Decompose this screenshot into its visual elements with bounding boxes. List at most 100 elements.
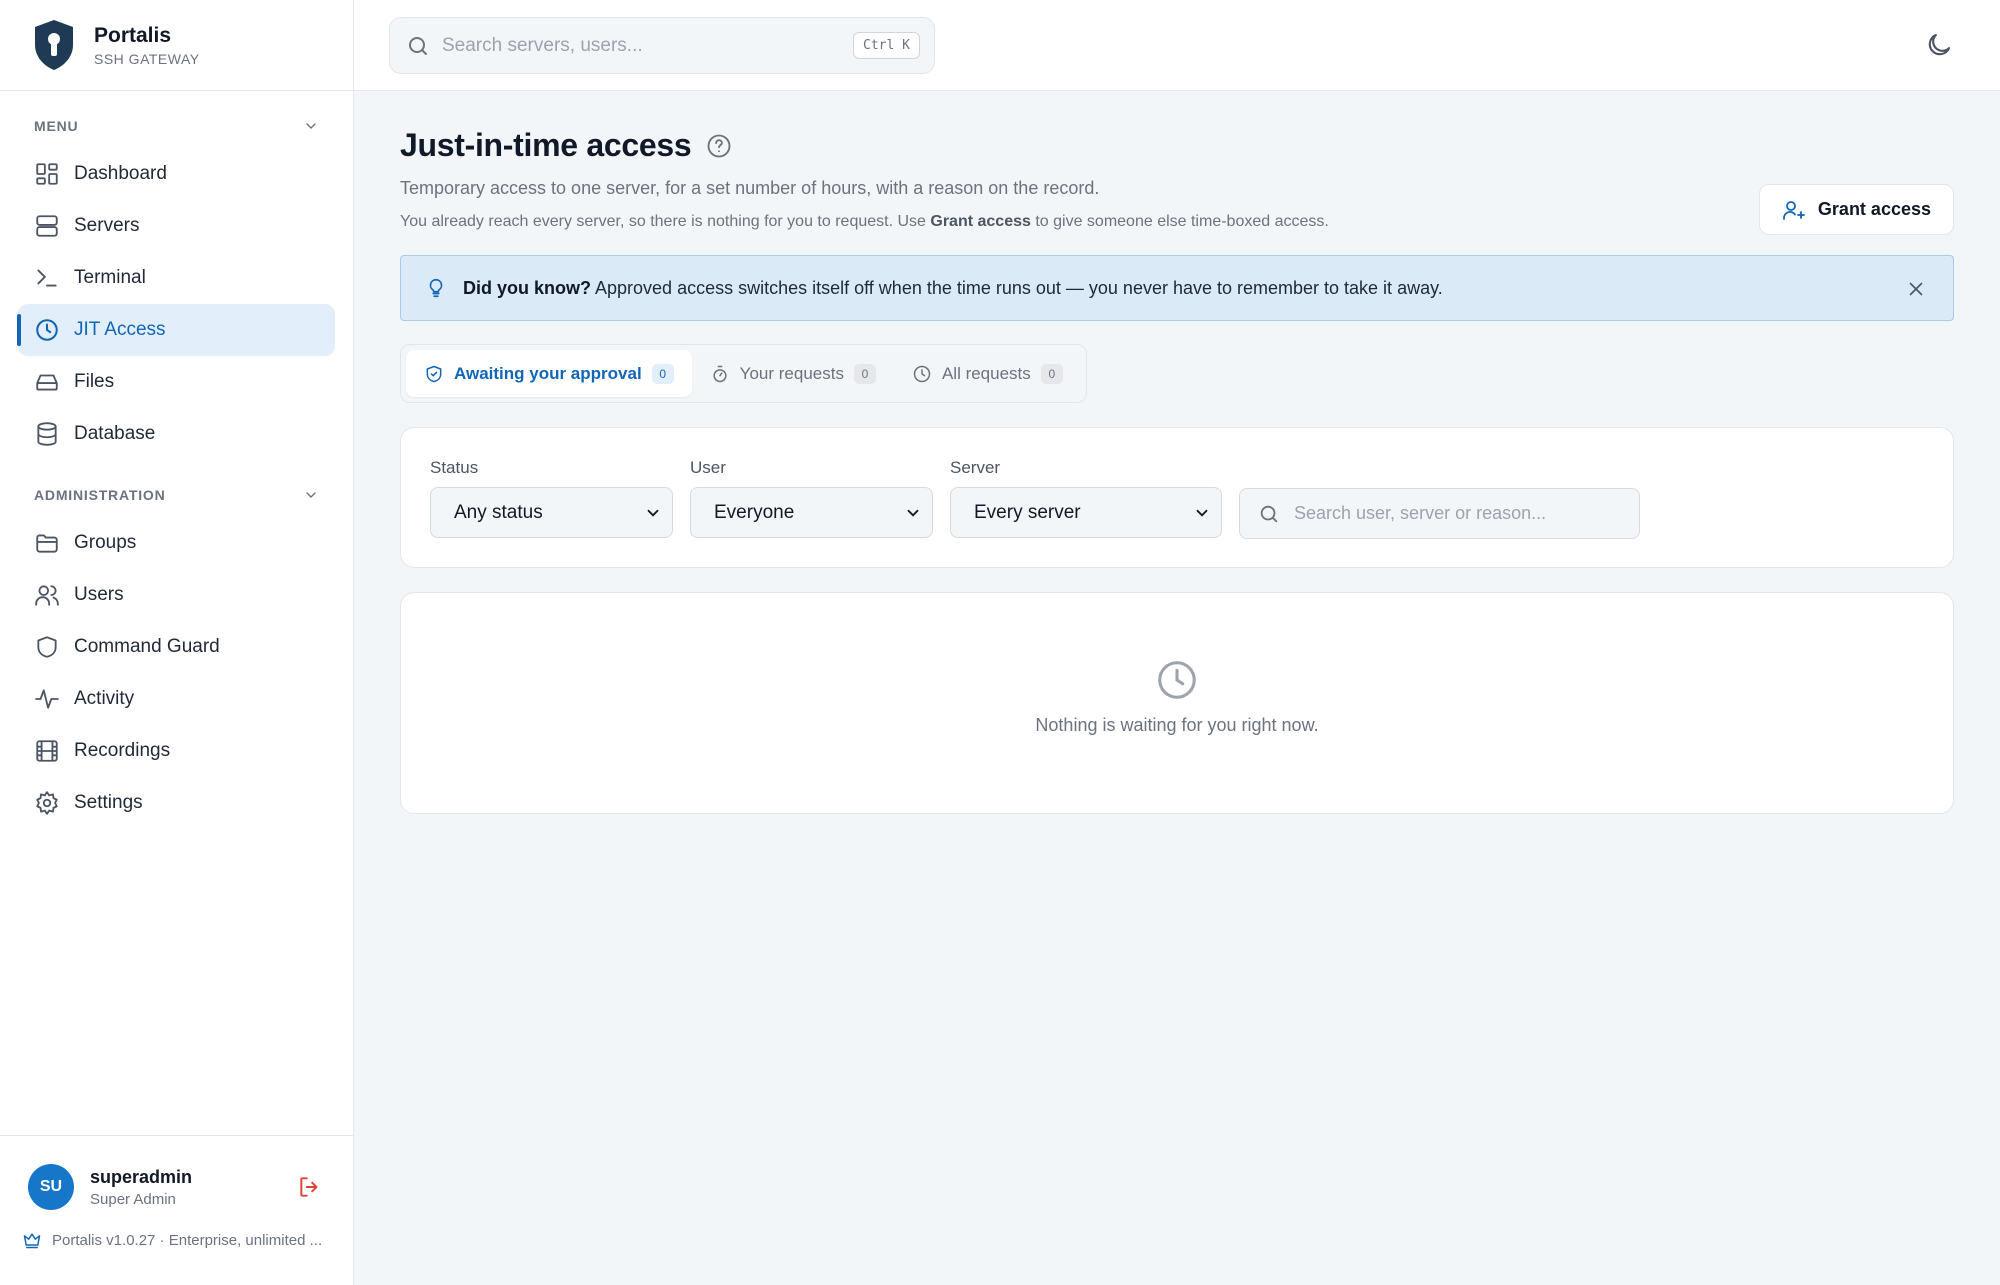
film-icon bbox=[36, 740, 58, 762]
clock-icon bbox=[913, 365, 931, 382]
global-search-input[interactable] bbox=[442, 34, 832, 57]
status-filter-label: Status bbox=[430, 458, 479, 477]
portalis-logo-icon[interactable] bbox=[32, 18, 76, 72]
server-filter-label: Server bbox=[950, 458, 1001, 477]
terminal-icon bbox=[37, 269, 57, 287]
tab-your-requests[interactable]: Your requests 0 bbox=[692, 350, 894, 397]
server-icon bbox=[36, 215, 58, 237]
search-icon bbox=[409, 36, 427, 55]
database-icon bbox=[37, 422, 57, 446]
user-role: Super Admin bbox=[90, 1190, 176, 1208]
tab-label: Awaiting your approval bbox=[454, 363, 642, 383]
sidebar-item-recordings[interactable]: Recordings bbox=[18, 725, 335, 777]
sidebar-item-label: Servers bbox=[74, 215, 140, 236]
sidebar-item-activity[interactable]: Activity bbox=[18, 673, 335, 725]
tab-count-badge: 0 bbox=[853, 363, 876, 384]
dashboard-icon bbox=[36, 163, 58, 185]
sidebar-item-label: Recordings bbox=[74, 740, 171, 761]
filter-panel: Status Any status User Everyone Server E… bbox=[400, 427, 1954, 568]
request-search-input[interactable] bbox=[1294, 503, 1634, 524]
request-search[interactable] bbox=[1239, 488, 1640, 539]
theme-toggle-button[interactable] bbox=[1924, 30, 1954, 60]
chevron-down-icon bbox=[907, 509, 919, 517]
chevron-down-icon bbox=[306, 123, 316, 129]
user-panel: SU superadmin Super Admin Portalis v1.0.… bbox=[0, 1135, 353, 1285]
brand-name: Portalis bbox=[94, 23, 172, 47]
version-info: Portalis v1.0.27 · Enterprise, unlimited… bbox=[0, 1210, 353, 1250]
user-plus-icon bbox=[1783, 200, 1805, 220]
main-nav: Dashboard Servers Terminal JIT Access Fi… bbox=[0, 148, 353, 460]
search-icon bbox=[1260, 505, 1278, 522]
administration-section-toggle[interactable]: ADMINISTRATION bbox=[0, 480, 353, 510]
moon-icon bbox=[1928, 33, 1951, 56]
help-icon[interactable] bbox=[705, 132, 733, 160]
search-shortcut-hint: Ctrl K bbox=[853, 32, 920, 59]
server-filter-value: Every server bbox=[974, 501, 1081, 523]
server-filter-select[interactable]: Every server bbox=[950, 487, 1222, 538]
user-filter-value: Everyone bbox=[714, 501, 795, 523]
sidebar-item-command-guard[interactable]: Command Guard bbox=[18, 621, 335, 673]
sidebar-item-label: Activity bbox=[74, 688, 135, 709]
note-emphasis: Grant access bbox=[930, 213, 1031, 230]
menu-heading: MENU bbox=[34, 118, 79, 134]
tab-awaiting-approval[interactable]: Awaiting your approval 0 bbox=[406, 350, 692, 397]
chevron-down-icon bbox=[306, 492, 316, 498]
note-text: to give someone else time-boxed access. bbox=[1030, 213, 1329, 230]
tab-all-requests[interactable]: All requests 0 bbox=[894, 350, 1081, 397]
shield-icon bbox=[37, 636, 57, 658]
brand-subtitle: SSH GATEWAY bbox=[94, 50, 200, 67]
logout-icon bbox=[300, 1177, 318, 1197]
sidebar-item-settings[interactable]: Settings bbox=[18, 777, 335, 829]
sidebar-item-label: Settings bbox=[74, 792, 143, 813]
sidebar-item-label: JIT Access bbox=[74, 319, 166, 340]
note-text: You already reach every server, so there… bbox=[400, 213, 931, 230]
sidebar-item-label: Files bbox=[74, 371, 115, 392]
user-name: superadmin bbox=[90, 1166, 193, 1187]
users-icon bbox=[35, 585, 59, 606]
status-filter-select[interactable]: Any status bbox=[430, 487, 673, 538]
brand: Portalis SSH GATEWAY bbox=[0, 0, 353, 91]
tab-count-badge: 0 bbox=[1040, 363, 1063, 384]
empty-state: Nothing is waiting for you right now. bbox=[400, 592, 1954, 814]
page-subtitle: Temporary access to one server, for a se… bbox=[400, 178, 1100, 198]
global-search[interactable]: Ctrl K bbox=[389, 17, 935, 74]
tip-body: Approved access switches itself off when… bbox=[591, 277, 1443, 298]
menu-section-toggle[interactable]: MENU bbox=[0, 111, 353, 141]
clock-icon bbox=[1158, 661, 1196, 699]
page-note: You already reach every server, so there… bbox=[400, 213, 1954, 231]
avatar[interactable]: SU bbox=[28, 1164, 74, 1210]
sidebar-item-label: Terminal bbox=[74, 267, 146, 288]
logout-button[interactable] bbox=[295, 1172, 325, 1202]
folder-icon bbox=[36, 534, 58, 553]
sidebar-item-label: Database bbox=[74, 423, 156, 444]
request-tabs: Awaiting your approval 0 Your requests 0… bbox=[400, 344, 1087, 403]
sidebar-item-dashboard[interactable]: Dashboard bbox=[18, 148, 335, 200]
sidebar-item-servers[interactable]: Servers bbox=[18, 200, 335, 252]
sidebar-item-files[interactable]: Files bbox=[18, 356, 335, 408]
user-filter-select[interactable]: Everyone bbox=[690, 487, 933, 538]
activity-icon bbox=[35, 689, 59, 709]
sidebar: Portalis SSH GATEWAY MENU Dashboard Serv… bbox=[0, 0, 354, 1285]
top-bar: Ctrl K bbox=[354, 0, 2000, 91]
admin-nav: Groups Users Command Guard Activity Reco… bbox=[0, 517, 353, 829]
user-filter-label: User bbox=[690, 458, 726, 477]
grant-access-button[interactable]: Grant access bbox=[1758, 184, 1954, 235]
sidebar-item-jit-access[interactable]: JIT Access bbox=[17, 304, 335, 356]
sidebar-item-terminal[interactable]: Terminal bbox=[18, 252, 335, 304]
version-text: Portalis v1.0.27 · Enterprise, unlimited… bbox=[52, 1231, 323, 1249]
crown-icon bbox=[23, 1233, 41, 1249]
tip-banner: Did you know? Approved access switches i… bbox=[400, 255, 1954, 321]
timer-icon bbox=[713, 365, 727, 382]
tab-count-badge: 0 bbox=[651, 363, 674, 384]
tab-label: Your requests bbox=[739, 363, 844, 383]
tab-label: All requests bbox=[941, 363, 1031, 383]
sidebar-item-label: Users bbox=[74, 584, 124, 605]
chevron-down-icon bbox=[647, 509, 659, 517]
close-icon[interactable] bbox=[1905, 278, 1927, 300]
sidebar-item-groups[interactable]: Groups bbox=[18, 517, 335, 569]
sidebar-item-database[interactable]: Database bbox=[18, 408, 335, 460]
sidebar-item-users[interactable]: Users bbox=[18, 569, 335, 621]
drive-icon bbox=[36, 374, 58, 391]
tip-lead: Did you know? bbox=[463, 277, 591, 298]
empty-state-text: Nothing is waiting for you right now. bbox=[1035, 715, 1319, 735]
